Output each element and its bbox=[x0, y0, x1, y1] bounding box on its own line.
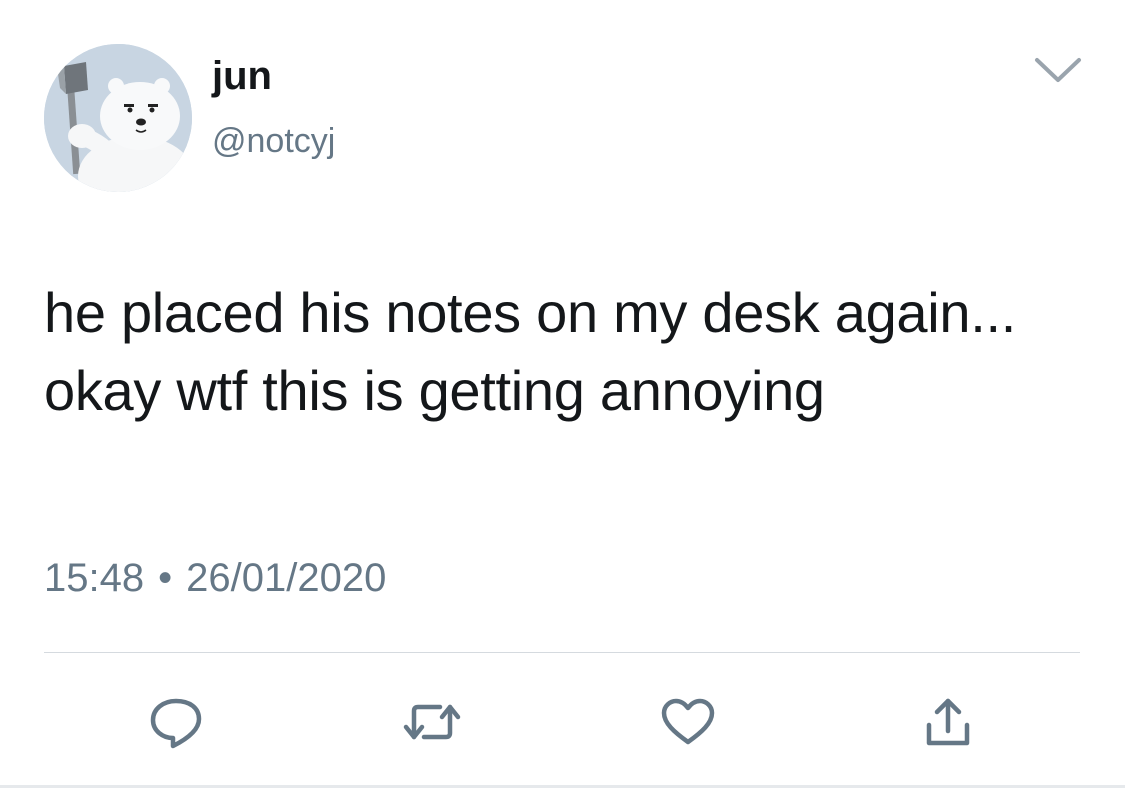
display-name[interactable]: jun bbox=[212, 56, 272, 96]
reply-button[interactable] bbox=[146, 692, 206, 752]
separator-dot: • bbox=[158, 556, 173, 600]
polar-bear-avatar-icon bbox=[44, 44, 192, 192]
user-handle[interactable]: @notcyj bbox=[212, 124, 335, 158]
tweet-text: he placed his notes on my desk again... … bbox=[44, 281, 1017, 422]
tweet-date: 26/01/2020 bbox=[186, 556, 387, 600]
avatar[interactable] bbox=[44, 44, 192, 192]
tweet-timestamp[interactable]: 15:48 • 26/01/2020 bbox=[44, 558, 386, 598]
tweet-time: 15:48 bbox=[44, 556, 145, 600]
like-button[interactable] bbox=[658, 692, 718, 752]
chevron-down-icon bbox=[1035, 58, 1081, 82]
share-button[interactable] bbox=[918, 692, 978, 752]
heart-icon bbox=[661, 698, 715, 745]
action-divider bbox=[44, 652, 1080, 653]
retweet-button[interactable] bbox=[402, 692, 462, 752]
more-options-button[interactable] bbox=[1030, 50, 1086, 90]
share-icon bbox=[926, 698, 970, 746]
reply-icon bbox=[150, 698, 202, 749]
retweet-icon bbox=[403, 704, 461, 740]
